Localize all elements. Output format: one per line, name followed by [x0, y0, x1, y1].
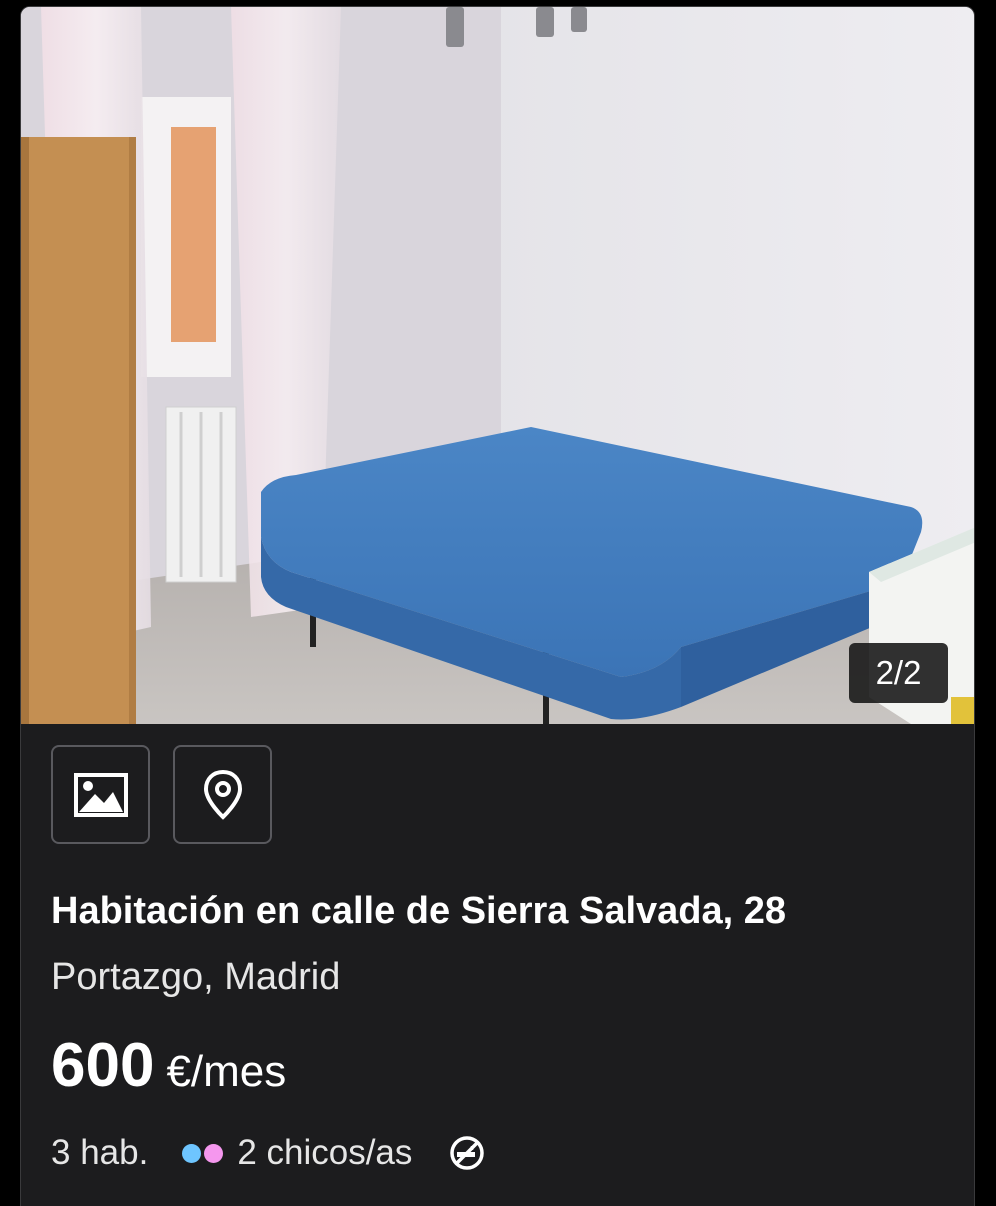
gallery-button[interactable]	[51, 745, 150, 844]
features-row: 3 hab. 2 chicos/as	[51, 1127, 486, 1179]
listing-card[interactable]: 2/2 Habitación en calle de Sierra Salvad…	[20, 6, 975, 1206]
listing-title[interactable]: Habitación en calle de Sierra Salvada, 2…	[51, 890, 786, 933]
listing-photo[interactable]: 2/2	[21, 7, 974, 724]
listing-location: Portazgo, Madrid	[51, 956, 341, 998]
rooms-count: 3 hab.	[51, 1133, 149, 1172]
price: 600 €/mes	[51, 1030, 286, 1101]
gender-mix-dots-icon	[182, 1143, 224, 1163]
price-unit: €/mes	[166, 1047, 287, 1096]
female-dot	[204, 1143, 224, 1163]
bedroom-photo	[21, 7, 974, 724]
flatmates-count: 2 chicos/as	[237, 1133, 413, 1172]
no-smoking-icon	[448, 1134, 486, 1172]
image-icon	[73, 772, 128, 817]
location-pin-icon	[203, 769, 242, 820]
male-dot	[182, 1143, 202, 1163]
map-button[interactable]	[173, 745, 272, 844]
price-value: 600	[51, 1031, 155, 1100]
photo-counter: 2/2	[849, 643, 948, 703]
